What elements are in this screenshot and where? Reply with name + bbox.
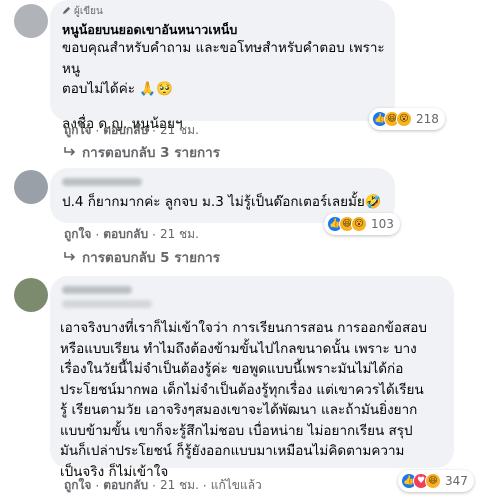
comment-author-blurred[interactable] <box>62 286 132 294</box>
separator: · <box>202 478 207 493</box>
separator: · <box>95 478 100 493</box>
reply-button[interactable]: ตอบกลับ <box>103 476 148 495</box>
comment-author-blurred[interactable] <box>62 178 142 186</box>
comment-line: ป.4 ก็ยากมากค่ะ ลูกจบ ม.3 ไม่รู้เป็นด๊อก… <box>62 194 382 210</box>
comment-bubble: เอาจริงบางที่เราก็ไม่เข้าใจว่า การเรียนก… <box>50 276 454 480</box>
comment-line: ตอบไม่ได้ค่ะ 🙏🥺 <box>62 81 173 97</box>
comment-author[interactable]: หนูน้อยบนยอดเขาอันหนาวเหน็บ <box>62 20 237 40</box>
comment-line: รู้ เรียนตามวัย เอาจริงๆสมองเขาจะได้พัฒน… <box>60 402 418 418</box>
reaction-summary[interactable]: 👍 😆 😮 218 <box>369 108 445 130</box>
comment-line: หรือแบบเรียน ทำไมถึงต้องข้ามขั้นไปไกลขนา… <box>60 340 417 357</box>
comment-timestamp[interactable]: 21 ชม. <box>160 225 199 244</box>
edited-label[interactable]: แก้ไขแล้ว <box>211 476 262 495</box>
comment-line: เรื่องในวัยนี้ไม่จำเป็นต้องรู้ค่ะ ขอพูดแ… <box>60 361 404 377</box>
separator: · <box>95 227 100 242</box>
view-replies-link[interactable]: การตอบกลับ 3 รายการ <box>64 141 220 163</box>
comment-text: ขอบคุณสำหรับคำถาม และขอโทษสำหรับคำตอบ เพ… <box>62 38 392 134</box>
reply-button[interactable]: ตอบกลับ <box>103 121 148 140</box>
comment-actions: ถูกใจ · ตอบกลับ · 21 ชม. · แก้ไขแล้ว <box>64 476 262 495</box>
separator: · <box>152 478 156 493</box>
comment-line-gap <box>62 100 392 114</box>
wow-reaction-icon: 😮 <box>351 216 367 232</box>
reply-button[interactable]: ตอบกลับ <box>103 225 148 244</box>
comment-text: ป.4 ก็ยากมากค่ะ ลูกจบ ม.3 ไม่รู้เป็นด๊อก… <box>62 192 392 213</box>
view-replies-link[interactable]: การตอบกลับ 5 รายการ <box>64 246 220 268</box>
comment-actions: ถูกใจ · ตอบกลับ · 21 ชม. <box>64 225 199 244</box>
like-button[interactable]: ถูกใจ <box>64 476 91 495</box>
comment-line: ขอบคุณสำหรับคำถาม และขอโทษสำหรับคำตอบ เพ… <box>62 40 385 77</box>
reply-arrow-icon <box>64 249 76 265</box>
view-replies-label: การตอบกลับ 5 รายการ <box>82 250 221 266</box>
comment-actions: ถูกใจ · ตอบกลับ · 21 ชม. <box>64 121 199 140</box>
reaction-summary[interactable]: 👍 😆 😮 103 <box>324 213 400 235</box>
separator: · <box>95 123 100 138</box>
like-button[interactable]: ถูกใจ <box>64 121 91 140</box>
comment-subtitle-blurred <box>62 300 152 308</box>
avatar[interactable] <box>14 170 48 204</box>
comment-line: มันก็เปล่าประโยชน์ ก็รู้ยังออกแบบมาเหมือ… <box>60 443 405 459</box>
avatar[interactable] <box>14 278 48 312</box>
view-replies-label: การตอบกลับ 3 รายการ <box>82 145 221 161</box>
comment-line: ประโยชน์มากพอ เด็กไม่จำเป็นต้องรู้ทุกเรื… <box>60 381 424 398</box>
author-badge: ผู้เขียน <box>62 4 103 19</box>
reaction-count: 103 <box>371 217 394 231</box>
comment-line: แบบข้ามขั้น เขาก็จะรู้สึกไม่ชอบ เบื่อหน่… <box>60 422 413 439</box>
reaction-count: 218 <box>416 112 439 126</box>
haha-reaction-icon: 😆 <box>425 473 441 489</box>
like-button[interactable]: ถูกใจ <box>64 225 91 244</box>
author-badge-label: ผู้เขียน <box>74 6 103 17</box>
separator: · <box>152 123 156 138</box>
comment-bubble: ผู้เขียน หนูน้อยบนยอดเขาอันหนาวเหน็บ ขอบ… <box>50 0 395 132</box>
pen-icon <box>62 6 71 18</box>
reaction-count: 347 <box>445 474 468 488</box>
reaction-summary[interactable]: 👍 ♥ 😆 347 <box>398 470 474 492</box>
comment-timestamp[interactable]: 21 ชม. <box>160 476 199 495</box>
comment-timestamp[interactable]: 21 ชม. <box>160 121 199 140</box>
separator: · <box>152 227 156 242</box>
comment-text: เอาจริงบางที่เราก็ไม่เข้าใจว่า การเรียนก… <box>60 318 452 482</box>
reply-arrow-icon <box>64 144 76 160</box>
wow-reaction-icon: 😮 <box>396 111 412 127</box>
comment-line: เอาจริงบางที่เราก็ไม่เข้าใจว่า การเรียนก… <box>60 320 427 336</box>
avatar[interactable] <box>14 4 48 38</box>
